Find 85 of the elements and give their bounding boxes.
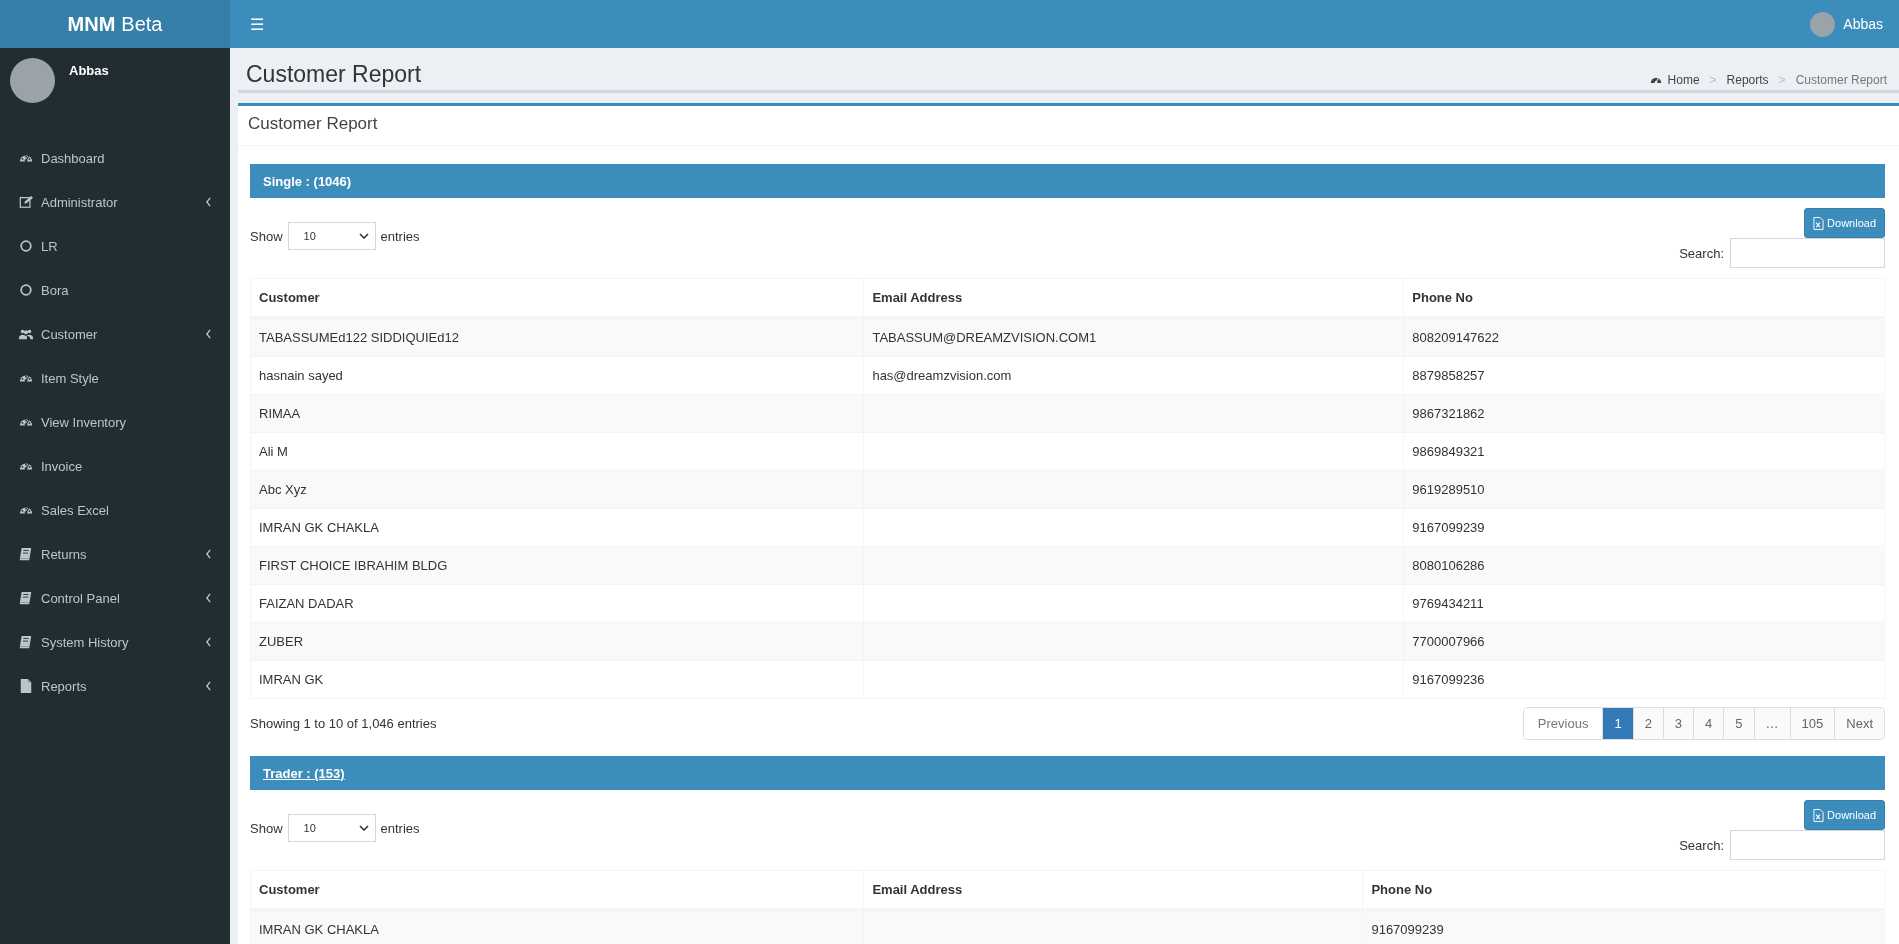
table-cell: 8080106286: [1412, 558, 1485, 573]
sidebar-item[interactable]: Sales Excel: [0, 488, 230, 532]
sidebar-item[interactable]: Reports: [0, 664, 230, 708]
table-cell: 808209147622: [1412, 330, 1500, 345]
book-icon: [19, 547, 33, 561]
entries-label: entries: [380, 228, 420, 244]
table-cell: 9619289510: [1412, 482, 1485, 497]
avatar: [1810, 11, 1836, 37]
chevron-down-icon: [358, 825, 369, 831]
table-cell: IMRAN GK CHAKLA: [259, 922, 379, 937]
table-cell: has@dreamzvision.com: [872, 368, 1012, 383]
sidebar-item[interactable]: LR: [0, 224, 230, 268]
table-cell: IMRAN GK: [259, 672, 324, 687]
page-link[interactable]: Next: [1834, 708, 1884, 739]
chevron-down-icon: [358, 233, 369, 239]
search-label: Search:: [1679, 245, 1724, 261]
table-cell: TABASSUM@DREAMZVISION.COM1: [872, 330, 1097, 345]
table-cell: 8879858257: [1412, 368, 1485, 383]
table-info: Showing 1 to 10 of 1,046 entries: [250, 716, 437, 731]
table-cell: 9167099239: [1371, 922, 1444, 937]
page-link[interactable]: 3: [1662, 708, 1694, 739]
table-cell: 7700007966: [1412, 634, 1485, 649]
page-link[interactable]: 4: [1693, 708, 1724, 739]
table-cell: 9167099236: [1412, 672, 1485, 687]
section-title[interactable]: Trader : (153): [263, 765, 345, 781]
circle-icon: [19, 239, 33, 253]
table-cell: Abc Xyz: [259, 482, 307, 497]
sidebar-item[interactable]: Item Style: [0, 356, 230, 400]
page-link[interactable]: …: [1753, 708, 1790, 739]
search-field[interactable]: [1730, 830, 1885, 860]
sidebar-item[interactable]: Administrator: [0, 180, 230, 224]
sidebar-item[interactable]: Control Panel: [0, 576, 230, 620]
sidebar-item[interactable]: Bora: [0, 268, 230, 312]
breadcrumb-current-page: Customer Report: [1795, 73, 1887, 87]
show-label: Show: [250, 820, 283, 836]
table-cell: FAIZAN DADAR: [259, 596, 354, 611]
book-icon: [19, 635, 33, 649]
circle-icon: [19, 283, 33, 297]
edit-icon: [19, 195, 33, 209]
sidebar-item[interactable]: Dashboard: [0, 136, 230, 180]
table-cell: FIRST CHOICE IBRAHIM BLDG: [259, 558, 448, 573]
entries-label: entries: [380, 820, 420, 836]
file-icon: [19, 679, 33, 693]
breadcrumb-separator: >: [1709, 73, 1717, 87]
spreadsheet-file-icon: [1813, 216, 1825, 230]
sidebar-item[interactable]: Returns: [0, 532, 230, 576]
sidebar-item[interactable]: Customer: [0, 312, 230, 356]
download-button[interactable]: Download: [1804, 208, 1885, 238]
page-link[interactable]: 1: [1602, 708, 1633, 739]
breadcrumb-link[interactable]: Home: [1667, 73, 1700, 87]
avatar: [10, 58, 55, 103]
table-cell: 9869849321: [1412, 444, 1485, 459]
page-title: Customer Report: [246, 61, 422, 88]
table-cell: 9769434211: [1412, 596, 1484, 611]
sidebar-item[interactable]: System History: [0, 620, 230, 664]
download-button[interactable]: Download: [1804, 800, 1885, 830]
table-cell: 9867321862: [1412, 406, 1485, 421]
sidebar-item[interactable]: View Inventory: [0, 400, 230, 444]
page-link[interactable]: 2: [1632, 708, 1663, 739]
user-name: Abbas: [69, 63, 109, 78]
table-cell: RIMAA: [259, 406, 301, 421]
breadcrumb-separator: >: [1778, 73, 1786, 87]
section-title[interactable]: Single : (1046): [263, 173, 352, 189]
show-label: Show: [250, 228, 283, 244]
users-icon: [19, 327, 33, 341]
sidebar-item[interactable]: Invoice: [0, 444, 230, 488]
page-size-select[interactable]: 10: [287, 222, 376, 250]
page-size-select[interactable]: 10: [287, 814, 376, 842]
book-icon: [19, 591, 33, 605]
table-cell: ZUBER: [259, 634, 304, 649]
search-label: Search:: [1679, 837, 1724, 853]
card-title: Customer Report: [248, 114, 378, 133]
breadcrumb-link[interactable]: Reports: [1726, 73, 1769, 87]
spreadsheet-file-icon: [1813, 808, 1825, 822]
table-cell: TABASSUMEd122 SIDDIQUIEd12: [259, 330, 459, 345]
page-link[interactable]: 5: [1723, 708, 1754, 739]
table-cell: Ali M: [259, 444, 288, 459]
page-link[interactable]: 105: [1789, 708, 1835, 739]
table-cell: 9167099239: [1412, 520, 1485, 535]
table-cell: IMRAN GK CHAKLA: [259, 520, 379, 535]
user-menu[interactable]: Abbas: [1843, 16, 1883, 32]
menu-button[interactable]: ☰: [240, 10, 274, 38]
search-field[interactable]: [1730, 238, 1885, 268]
table-cell: hasnain sayed: [259, 368, 343, 383]
app-logo[interactable]: MNM Beta: [0, 0, 230, 48]
